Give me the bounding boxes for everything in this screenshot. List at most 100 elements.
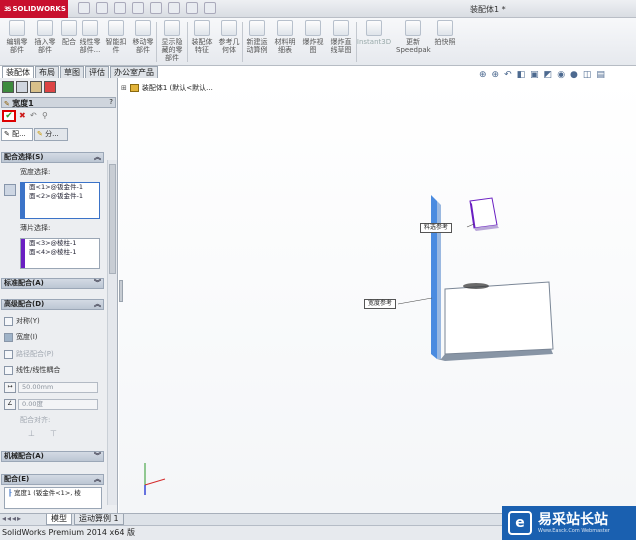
distance-field[interactable]: 50.00mm [18, 382, 98, 393]
snapshot-button[interactable]: 拍快照 [430, 20, 460, 46]
mates-header[interactable]: 配合(E) ︽ [1, 474, 104, 485]
config-manager-icon[interactable] [30, 81, 42, 93]
vertical-flange-face[interactable] [431, 195, 437, 359]
width-selection-icon [4, 184, 16, 196]
smart-fastener-icon [108, 20, 124, 36]
panel-title-bar: ✎ 宽度1 ? [1, 97, 116, 108]
expand-icon: ︾ [94, 452, 101, 460]
undo-mate-icon[interactable]: ↶ [30, 111, 37, 120]
pushpin-icon[interactable]: ⚲ [42, 111, 48, 120]
feature-tree-icon[interactable] [2, 81, 14, 93]
speedpak-icon [405, 20, 421, 36]
command-tabs: 装配体 布局 草图 评估 办公室产品 [0, 66, 180, 78]
smart-fastener-button[interactable]: 智能扣 件 [101, 20, 131, 54]
select-icon[interactable] [168, 2, 180, 14]
open-icon[interactable] [96, 2, 108, 14]
undo-icon[interactable] [150, 2, 162, 14]
standard-mates-header[interactable]: 标准配合(A) ︾ [1, 278, 104, 289]
exploded-view-button[interactable]: 爆炸视 图 [298, 20, 328, 54]
command-manager-ribbon: 编辑零 部件 插入零 部件 配合 线性零 部件... 智能扣 件 移动零 部件 … [0, 18, 636, 66]
width-reference-callout[interactable]: 宽度参考 [364, 299, 397, 309]
aligned-icon[interactable]: ⊥ [28, 429, 35, 438]
bom-button[interactable]: 材料明 细表 [270, 20, 300, 54]
tab-sketch[interactable]: 草图 [60, 66, 84, 78]
panel-scrollbar[interactable] [107, 160, 117, 505]
analysis-tab-icon: ✎ [37, 130, 43, 138]
linear-pattern-icon [82, 20, 98, 36]
property-manager-icon[interactable] [16, 81, 28, 93]
linear-coupler-option[interactable]: 线性/线性耦合 [4, 365, 60, 375]
tab-analysis[interactable]: ✎ 分... [34, 128, 68, 141]
width-option[interactable]: 宽度(I) [4, 332, 38, 342]
show-hidden-icon [164, 20, 180, 36]
app-logo[interactable]: 3S SOLIDWORKS [0, 0, 68, 18]
path-mate-option[interactable]: 路径配合(P) [4, 349, 54, 359]
angle-field[interactable]: 0.00度 [18, 399, 98, 410]
tab-selection-label: 薄片选择: [20, 224, 51, 232]
options-icon[interactable] [204, 2, 216, 14]
display-manager-icon[interactable] [44, 81, 56, 93]
panel-title: 宽度1 [12, 99, 34, 108]
width-selection-list[interactable]: 面<1>@钣金件-1 面<2>@钣金件-1 [20, 182, 100, 219]
rebuild-icon[interactable] [186, 2, 198, 14]
angle-icon: ∠ [4, 399, 16, 410]
symmetric-option[interactable]: 对称(Y) [4, 316, 40, 326]
mates-list[interactable]: ╟ 宽度1 (钣金件<1>, 棱 [4, 487, 102, 509]
app-name: SOLIDWORKS [12, 5, 66, 13]
tab-layout[interactable]: 布局 [35, 66, 59, 78]
instant3d-button[interactable]: Instant3D [356, 20, 392, 46]
new-icon[interactable] [78, 2, 90, 14]
ok-button[interactable]: ✔ [2, 110, 16, 122]
callout-leader [466, 223, 475, 228]
list-item[interactable]: 面<1>@钣金件-1 [21, 183, 99, 192]
list-item[interactable]: 面<3>@棱柱-1 [21, 239, 99, 248]
tab-selection-list[interactable]: 面<3>@棱柱-1 面<4>@棱柱-1 [20, 238, 100, 269]
cancel-button[interactable]: ✖ [19, 111, 26, 120]
mechanical-mates-header[interactable]: 机械配合(A) ︾ [1, 451, 104, 462]
panel-splitter-handle[interactable] [119, 280, 123, 302]
edit-component-button[interactable]: 编辑零 部件 [2, 20, 32, 54]
tab-mates[interactable]: ✎ 配... [1, 128, 33, 141]
triad-x-axis [144, 478, 166, 486]
explode-line-button[interactable]: 爆炸直 线草图 [326, 20, 356, 54]
tab-scroll-arrows[interactable]: ◂◂◂▸ [2, 514, 22, 523]
mate-selections-header[interactable]: 配合选择(S) ︽ [1, 152, 104, 163]
speedpak-button[interactable]: 更新 Speedpak [396, 20, 431, 54]
tab-office-products[interactable]: 办公室产品 [110, 66, 158, 78]
help-icon[interactable]: ? [109, 98, 113, 106]
tab-reference-callout[interactable]: 料选参考 [420, 223, 453, 233]
base-plate[interactable] [444, 281, 554, 355]
advanced-mates-header[interactable]: 高级配合(D) ︽ [1, 299, 104, 310]
instant3d-icon [366, 20, 382, 36]
motion-study-icon [249, 20, 265, 36]
edit-component-icon [9, 20, 25, 36]
collapse-icon: ︽ [94, 300, 101, 308]
tab-assembly[interactable]: 装配体 [2, 66, 34, 78]
print-icon[interactable] [132, 2, 144, 14]
move-component-icon [135, 20, 151, 36]
assembly-feature-button[interactable]: 装配体 特征 [187, 20, 217, 54]
width-mate-icon: ╟ [8, 489, 12, 497]
tab-motion-study[interactable]: 运动算例 1 [74, 514, 124, 525]
motion-study-button[interactable]: 新建运 动算例 [242, 20, 272, 54]
tab-evaluate[interactable]: 评估 [85, 66, 109, 78]
list-item[interactable]: 面<4>@棱柱-1 [21, 248, 99, 257]
move-component-button[interactable]: 移动零 部件 [128, 20, 158, 54]
reference-geometry-icon [221, 20, 237, 36]
scrollbar-thumb[interactable] [109, 164, 116, 274]
watermark-subtext: Www.Easck.Com Webmaster [538, 528, 610, 534]
save-icon[interactable] [114, 2, 126, 14]
expand-icon: ︾ [94, 279, 101, 287]
list-item[interactable]: 宽度1 (钣金件<1>, 棱 [14, 489, 81, 497]
list-item[interactable]: 面<2>@钣金件-1 [21, 192, 99, 201]
show-hidden-button[interactable]: 显示隐 藏的零 部件 [157, 20, 187, 62]
watermark: e 易采站长站 Www.Easck.Com Webmaster [502, 506, 636, 540]
reference-geometry-button[interactable]: 参考几 何体 [214, 20, 244, 54]
property-manager: ✎ 宽度1 ? ✔ ✖ ↶ ⚲ ✎ 配... ✎ 分... 配合选择(S) ︽ 宽… [0, 78, 118, 513]
assembly-feature-icon [194, 20, 210, 36]
tab-model[interactable]: 模型 [46, 514, 72, 525]
graphics-area[interactable]: ⊞ 装配体1 (默认<默认... ⊕ ⊕ ↶ ◧ ▣ ◩ ◉ ● ◫ ▤ 料选参… [119, 70, 636, 513]
symmetric-icon [4, 316, 13, 326]
anti-aligned-icon[interactable]: ⊤ [50, 429, 57, 438]
bom-icon [277, 20, 293, 36]
